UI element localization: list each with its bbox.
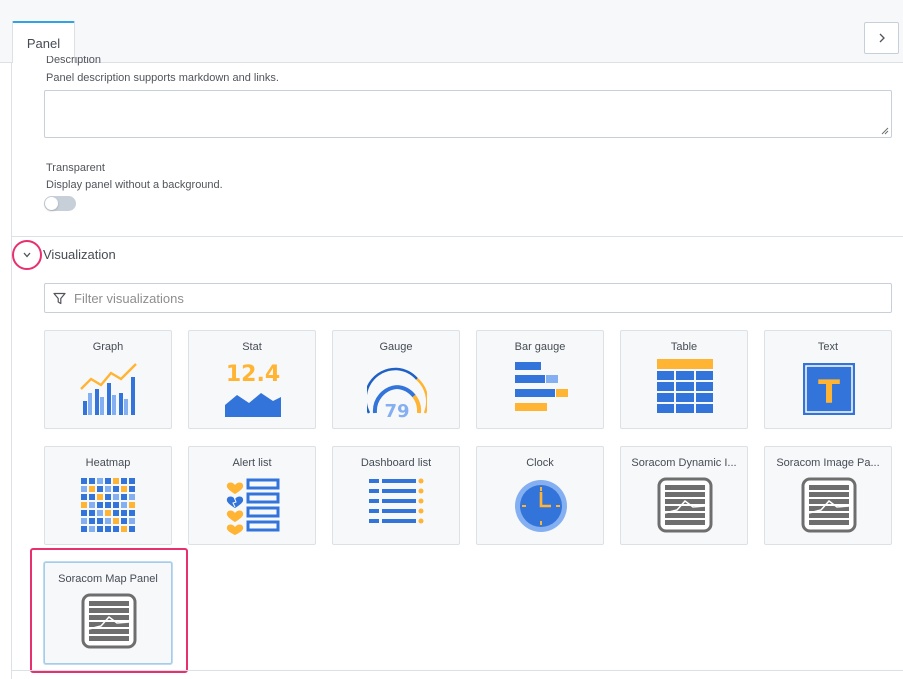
text-letter: T [818, 373, 840, 411]
panel-editor-header: Panel [0, 0, 903, 63]
stat-value-text: 12.4 [226, 362, 280, 387]
transparent-hint: Display panel without a background. [46, 179, 223, 191]
visualization-section-title[interactable]: Visualization [43, 247, 116, 262]
filter-icon [53, 292, 66, 305]
dashboard-list-icon [369, 478, 424, 524]
text-icon: T [803, 363, 855, 415]
bar-gauge-icon [515, 362, 568, 411]
transparent-label: Transparent [46, 162, 105, 174]
viz-card-label: Text [817, 341, 839, 353]
viz-card-graph[interactable]: Graph [44, 330, 172, 429]
description-hint: Panel description supports markdown and … [46, 72, 279, 84]
viz-card-soracom-image-panel[interactable]: Soracom Image Pa... [764, 446, 892, 545]
toggle-knob [45, 197, 58, 210]
clock-icon [515, 480, 567, 532]
viz-card-label: Clock [526, 457, 554, 469]
viz-card-bar-gauge[interactable]: Bar gauge [476, 330, 604, 429]
gauge-value-text: 79 [384, 401, 409, 419]
viz-card-label: Graph [92, 341, 124, 353]
graph-icon [80, 363, 137, 415]
options-pane-border [11, 63, 12, 679]
resize-grip-icon[interactable] [881, 127, 889, 135]
viz-card-label: Stat [242, 341, 262, 353]
expand-options-button[interactable] [864, 22, 899, 54]
description-label: Description [46, 56, 102, 66]
section-divider [12, 670, 903, 671]
viz-card-label: Dashboard list [360, 457, 432, 469]
viz-card-label: Gauge [379, 341, 413, 353]
viz-card-label: Soracom Dynamic I... [631, 457, 737, 469]
section-divider [12, 236, 903, 237]
viz-card-dashboard-list[interactable]: Dashboard list [332, 446, 460, 545]
stat-icon: 12.4 [225, 362, 281, 417]
viz-card-gauge[interactable]: Gauge 79 [332, 330, 460, 429]
viz-card-table[interactable]: Table [620, 330, 748, 429]
viz-card-label: Alert list [232, 457, 272, 469]
viz-card-text[interactable]: Text T [764, 330, 892, 429]
heatmap-icon [81, 478, 135, 532]
chevron-down-icon [23, 252, 31, 258]
description-textarea[interactable] [44, 90, 892, 138]
viz-card-label: Soracom Image Pa... [776, 457, 880, 469]
annotation-highlight [30, 548, 188, 673]
viz-card-label: Table [670, 341, 698, 353]
viz-card-clock[interactable]: Clock [476, 446, 604, 545]
filter-visualizations-input[interactable]: Filter visualizations [44, 283, 892, 313]
viz-card-label: Heatmap [85, 457, 131, 469]
table-icon [657, 359, 713, 413]
viz-card-soracom-dynamic-image[interactable]: Soracom Dynamic I... [620, 446, 748, 545]
viz-card-alert-list[interactable]: Alert list [188, 446, 316, 545]
visualization-collapse-button[interactable] [12, 240, 42, 270]
filter-placeholder: Filter visualizations [74, 291, 184, 306]
viz-card-heatmap[interactable]: Heatmap [44, 446, 172, 545]
viz-card-stat[interactable]: Stat 12.4 [188, 330, 316, 429]
transparent-toggle[interactable] [44, 196, 76, 211]
gauge-icon: 79 [367, 367, 427, 419]
alert-list-icon [226, 478, 280, 535]
plugin-panel-icon [801, 477, 857, 533]
viz-card-label: Bar gauge [514, 341, 566, 353]
plugin-panel-icon [657, 477, 713, 533]
chevron-right-icon [879, 33, 885, 43]
